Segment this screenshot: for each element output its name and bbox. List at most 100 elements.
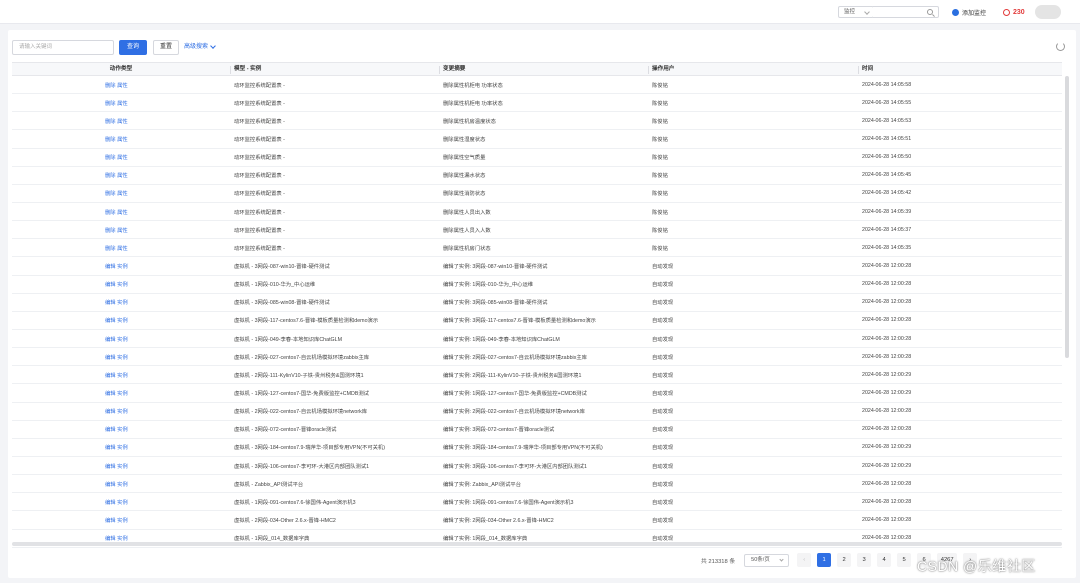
- table-row: 编辑 实例 虚拟机 - 1网段-091-centos7.6-徐国伟-Agent演示…: [12, 493, 1062, 512]
- cell-change-summary: 删除属性漏水状态: [443, 173, 486, 180]
- page-button-2[interactable]: 2: [837, 553, 852, 567]
- cell-time: 2024-06-28 14:05:55: [862, 99, 912, 106]
- table-row: 删除 属性 动环监控系统配置表 - 删除属性机柜电 功率状态 陈俊铭 2024-06-2…: [12, 94, 1062, 113]
- alert-indicator[interactable]: 230: [1003, 6, 1025, 18]
- cell-operator: 陈俊铭: [652, 245, 668, 252]
- table-row: 删除 属性 动环监控系统配置表 - 删除属性人员入人数 陈俊铭 2024-06-28 1…: [12, 221, 1062, 240]
- prev-page-button[interactable]: ‹: [797, 553, 812, 567]
- action-type-link[interactable]: 删除 属性: [12, 117, 230, 125]
- action-type-link[interactable]: 删除 属性: [12, 226, 230, 234]
- action-type-link[interactable]: 编辑 实例: [12, 407, 230, 415]
- cell-model-instance: 动环监控系统配置表 -: [234, 118, 285, 125]
- reset-button[interactable]: 重置: [153, 40, 179, 55]
- cell-operator: 自动发现: [652, 536, 674, 543]
- action-type-link[interactable]: 编辑 实例: [12, 280, 230, 288]
- cell-change-summary: 编辑了实例: 2网段-027-centos7-自云机场模拟环境zabbix主库: [443, 354, 587, 361]
- cell-change-summary: 编辑了实例: 2网段-034-Other 2.6.x-晋锋-HMC2: [443, 517, 554, 524]
- column-header-time: 时间: [858, 63, 1062, 75]
- cell-model-instance: 虚拟机 - 3网段-085-win08-晋锋-硬件测试: [234, 300, 330, 307]
- cell-model-instance: 虚拟机 - 2网段-111-KylinV10-子铁-贵州税务&国测环境1: [234, 372, 364, 379]
- vertical-scrollbar[interactable]: [1065, 76, 1069, 358]
- action-type-link[interactable]: 编辑 实例: [12, 298, 230, 306]
- monitor-type-select[interactable]: 监控: [838, 6, 874, 18]
- cell-time: 2024-06-28 14:05:37: [862, 226, 912, 233]
- page-button-3[interactable]: 3: [857, 553, 872, 567]
- cell-change-summary: 编辑了实例: 1网段_014_数据库字典: [443, 536, 528, 543]
- action-type-link[interactable]: 删除 属性: [12, 189, 230, 197]
- cell-model-instance: 动环监控系统配置表 -: [234, 191, 285, 198]
- user-avatar[interactable]: [1035, 5, 1061, 19]
- cell-time: 2024-06-28 14:05:35: [862, 244, 912, 251]
- cell-operator: 自动发现: [652, 390, 674, 397]
- search-icon[interactable]: [927, 9, 933, 15]
- action-type-link[interactable]: 编辑 实例: [12, 335, 230, 343]
- action-type-link[interactable]: 删除 属性: [12, 208, 230, 216]
- action-type-link[interactable]: 删除 属性: [12, 171, 230, 179]
- action-type-link[interactable]: 编辑 实例: [12, 516, 230, 524]
- action-type-link[interactable]: 删除 属性: [12, 135, 230, 143]
- action-type-link[interactable]: 编辑 实例: [12, 443, 230, 451]
- action-type-link[interactable]: 编辑 实例: [12, 353, 230, 361]
- cell-change-summary: 编辑了实例: 2网段-111-KylinV10-子铁-贵州税务&国测环境1: [443, 372, 582, 379]
- column-header-operator: 操作用户: [648, 63, 858, 75]
- monitor-search-input[interactable]: [873, 6, 939, 18]
- total-count: 共 213318 条: [701, 558, 736, 565]
- cell-operator: 自动发现: [652, 372, 674, 379]
- table-row: 编辑 实例 虚拟机 - 3网段-106-centos7-李可环-大港区内部团队测试…: [12, 457, 1062, 476]
- table-row: 编辑 实例 虚拟机 - 1网段-127-centos7-国华-免费版监控+CMDB…: [12, 384, 1062, 403]
- table-row: 删除 属性 动环监控系统配置表 - 删除属性人员出入数 陈俊铭 2024-06-28 1…: [12, 203, 1062, 222]
- query-button[interactable]: 查询: [119, 40, 147, 55]
- action-type-link[interactable]: 编辑 实例: [12, 371, 230, 379]
- cell-change-summary: 编辑了实例: 3网段-184-centos7.9-瑞萍华-项目部专用VPN(不可…: [443, 445, 603, 452]
- top-header: 监控 添加监控 230: [0, 0, 1080, 24]
- cell-model-instance: 虚拟机 - 3网段-106-centos7-李可环-大港区内部团队测试1: [234, 463, 370, 470]
- action-type-link[interactable]: 编辑 实例: [12, 462, 230, 470]
- action-type-link[interactable]: 删除 属性: [12, 81, 230, 89]
- table-row: 删除 属性 动环监控系统配置表 - 删除属性空气质量 陈俊铭 2024-06-28 14…: [12, 149, 1062, 167]
- cell-model-instance: 虚拟机 - 3网段-087-win10-晋锋-硬件测试: [234, 263, 330, 270]
- cell-model-instance: 虚拟机 - 3网段-184-centos7.9-瑞萍华-项目部专用VPN(不可关…: [234, 445, 385, 452]
- page-button-1[interactable]: 1: [817, 553, 832, 567]
- action-type-link[interactable]: 编辑 实例: [12, 498, 230, 506]
- keyword-search-input[interactable]: 请输入关键词: [12, 40, 114, 55]
- advanced-search-toggle[interactable]: 高级搜索: [184, 40, 216, 55]
- cell-time: 2024-06-28 14:05:50: [862, 154, 912, 161]
- cell-time: 2024-06-28 12:00:28: [862, 426, 912, 433]
- action-type-link[interactable]: 编辑 实例: [12, 425, 230, 433]
- action-type-link[interactable]: 编辑 实例: [12, 262, 230, 270]
- action-type-link[interactable]: 删除 属性: [12, 244, 230, 252]
- horizontal-scrollbar[interactable]: [12, 542, 1062, 546]
- cell-model-instance: 虚拟机 - 1网段-091-centos7.6-徐国伟-Agent演示机3: [234, 499, 356, 506]
- page-button-5[interactable]: 5: [897, 553, 912, 567]
- action-type-link[interactable]: 编辑 实例: [12, 534, 230, 542]
- action-type-link[interactable]: 编辑 实例: [12, 389, 230, 397]
- table-row: 编辑 实例 虚拟机 - 3网段-087-win10-晋锋-硬件测试 编辑了实例: 3…: [12, 257, 1062, 276]
- table-row: 删除 属性 动环监控系统配置表 - 删除属性湿度状态 陈俊铭 2024-06-28 14…: [12, 130, 1062, 149]
- cell-operator: 陈俊铭: [652, 227, 668, 234]
- page-button-4[interactable]: 4: [877, 553, 892, 567]
- action-type-link[interactable]: 编辑 实例: [12, 480, 230, 488]
- action-type-link[interactable]: 删除 属性: [12, 99, 230, 107]
- cell-model-instance: 虚拟机 - 1网段-049-李春-本地知识库ChatGLM: [234, 336, 343, 343]
- cell-operator: 陈俊铭: [652, 209, 668, 216]
- page-size-select[interactable]: 50条/页: [744, 553, 790, 567]
- action-type-link[interactable]: 删除 属性: [12, 153, 230, 161]
- cell-operator: 自动发现: [652, 481, 674, 488]
- cell-time: 2024-06-28 12:00:28: [862, 535, 912, 542]
- cell-model-instance: 虚拟机 - Zabbix_API测试平台: [234, 481, 304, 488]
- cell-model-instance: 虚拟机 - 3网段-117-centos7.6-晋锋-模板质量检测和demo演示: [234, 318, 379, 325]
- cell-change-summary: 编辑了实例: Zabbix_API测试平台: [443, 481, 521, 488]
- table-header: 动作类型 模型 - 实例 变更摘要 操作用户 时间: [12, 62, 1062, 76]
- table-row: 删除 属性 动环监控系统配置表 - 删除属性漏水状态 陈俊铭 2024-06-28 14…: [12, 167, 1062, 185]
- table-row: 编辑 实例 虚拟机 - 2网段-034-Other 2.6.x-晋锋-HMC2 编辑…: [12, 511, 1062, 530]
- cell-operator: 陈俊铭: [652, 100, 668, 107]
- cell-operator: 陈俊铭: [652, 155, 668, 162]
- table-row: 编辑 实例 虚拟机 - 3网段-117-centos7.6-晋锋-模板质量检测和d…: [12, 312, 1062, 330]
- add-monitor-button[interactable]: 添加监控: [952, 6, 986, 18]
- table-row: 编辑 实例 虚拟机 - 3网段-072-centos7-晋锋oracle测试 编辑了…: [12, 421, 1062, 439]
- cell-model-instance: 虚拟机 - 2网段-034-Other 2.6.x-晋锋-HMC2: [234, 517, 336, 524]
- refresh-icon[interactable]: [1056, 42, 1065, 51]
- cell-change-summary: 删除属性机柜电 功率状态: [443, 100, 503, 107]
- action-type-link[interactable]: 编辑 实例: [12, 316, 230, 324]
- table-row: 编辑 实例 虚拟机 - Zabbix_API测试平台 编辑了实例: Zabbix_A…: [12, 475, 1062, 494]
